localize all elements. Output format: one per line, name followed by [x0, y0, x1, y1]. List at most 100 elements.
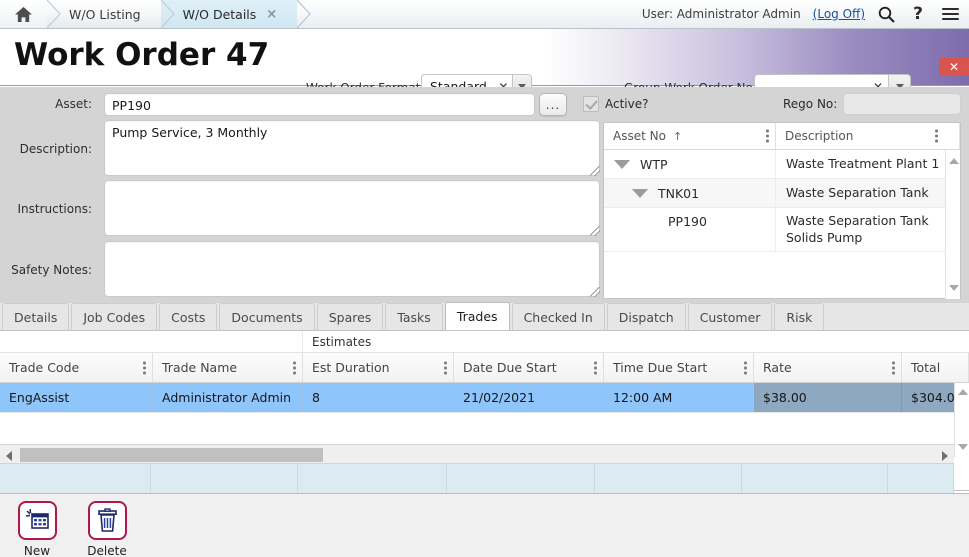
breadcrumb-item-wo-listing[interactable]: W/O Listing	[47, 0, 161, 28]
column-header-trade-name[interactable]: Trade Name	[153, 353, 303, 382]
page-title-bar: Work Order 47 Work Order Format Standard…	[0, 29, 969, 86]
tab-spares[interactable]: Spares	[317, 303, 384, 330]
page-title: Work Order 47	[14, 37, 269, 73]
tab-checked-in[interactable]: Checked In	[512, 303, 605, 330]
column-header-est-duration[interactable]: Est Duration	[303, 353, 454, 382]
tab-label: Customer	[700, 310, 761, 325]
scroll-down-icon[interactable]	[958, 444, 968, 450]
summary-cell-total	[888, 464, 954, 493]
asset-tree-column-asset-no[interactable]: Asset No ↑	[604, 123, 776, 149]
hamburger-menu-icon[interactable]	[939, 3, 961, 25]
column-menu-icon[interactable]	[935, 130, 938, 143]
column-menu-icon[interactable]	[143, 361, 146, 374]
tab-label: Risk	[786, 310, 812, 325]
delete-button-label: Delete	[87, 544, 126, 557]
work-order-details-page: W/O Listing W/O Details × User: Administ…	[0, 0, 969, 557]
asset-description-value: Waste Separation Tank Solids Pump	[776, 208, 942, 247]
description-label: Description:	[10, 142, 92, 156]
sort-ascending-icon: ↑	[673, 130, 682, 143]
scroll-down-icon[interactable]	[949, 285, 959, 291]
tab-costs[interactable]: Costs	[159, 303, 217, 330]
expander-collapse-icon[interactable]	[614, 160, 630, 169]
scroll-up-icon[interactable]	[949, 158, 959, 164]
search-icon[interactable]	[875, 3, 897, 25]
asset-tree-row[interactable]: TNK01 Waste Separation Tank	[604, 179, 960, 208]
asset-label: Asset:	[10, 97, 92, 111]
detail-tabs: DetailsJob CodesCostsDocumentsSpares Task…	[0, 303, 969, 331]
summary-cell-rate	[742, 464, 888, 493]
cell-time-due-start[interactable]: 12:00 AM	[604, 383, 754, 412]
summary-cell-trade-code	[0, 464, 151, 493]
column-menu-icon[interactable]	[444, 361, 447, 374]
tab-details[interactable]: Details	[2, 303, 69, 330]
trades-grid-summary-row	[0, 464, 954, 493]
column-menu-icon[interactable]	[892, 361, 895, 374]
column-header-total[interactable]: Total	[902, 353, 969, 382]
table-row[interactable]: EngAssistAdministrator Admin821/02/20211…	[0, 383, 969, 412]
trades-grid-vertical-scrollbar[interactable]	[954, 383, 969, 458]
tab-tasks[interactable]: Tasks	[385, 303, 443, 330]
asset-lookup-button[interactable]: ...	[539, 93, 567, 116]
asset-tree-row[interactable]: PP190 Waste Separation Tank Solids Pump	[604, 208, 960, 252]
cell-trade-code[interactable]: EngAssist	[0, 383, 153, 412]
log-off-link[interactable]: (Log Off)	[813, 7, 865, 21]
expander-collapse-icon[interactable]	[632, 189, 648, 198]
column-menu-icon[interactable]	[293, 361, 296, 374]
column-menu-icon[interactable]	[594, 361, 597, 374]
breadcrumb-item-wo-details[interactable]: W/O Details ×	[161, 0, 298, 28]
column-menu-icon[interactable]	[744, 361, 747, 374]
scroll-left-icon[interactable]	[6, 451, 12, 461]
tab-label: Dispatch	[619, 310, 674, 325]
column-header-date-due-start[interactable]: Date Due Start	[454, 353, 604, 382]
safety-notes-textarea[interactable]	[104, 241, 600, 297]
column-menu-icon[interactable]	[766, 130, 769, 143]
column-label: Trade Name	[162, 360, 237, 375]
tab-job-codes[interactable]: Job Codes	[71, 303, 157, 330]
description-textarea[interactable]: Pump Service, 3 Monthly	[104, 120, 600, 176]
tab-dispatch[interactable]: Dispatch	[607, 303, 686, 330]
delete-button[interactable]: Delete	[76, 501, 138, 557]
column-label: Asset No	[613, 129, 666, 143]
column-header-trade-code[interactable]: Trade Code	[0, 353, 153, 382]
asset-description-value: Waste Separation Tank	[776, 185, 960, 202]
trades-grid-horizontal-scrollbar[interactable]	[0, 444, 954, 464]
help-icon[interactable]: ?	[907, 3, 929, 25]
tab-trades[interactable]: Trades	[445, 302, 510, 330]
asset-tree-column-description[interactable]: Description	[776, 123, 960, 149]
top-navigation-bar: W/O Listing W/O Details × User: Administ…	[0, 0, 969, 29]
new-button[interactable]: New	[6, 501, 68, 557]
tab-documents[interactable]: Documents	[219, 303, 314, 330]
column-header-rate[interactable]: Rate	[754, 353, 902, 382]
active-label: Active?	[605, 97, 649, 111]
asset-tree-row[interactable]: WTP Waste Treatment Plant 1	[604, 150, 960, 179]
asset-no-value: PP190	[668, 214, 707, 229]
rego-no-input[interactable]	[843, 93, 961, 115]
close-window-button[interactable]: ✕	[939, 58, 969, 76]
asset-description-value: Waste Treatment Plant 1	[776, 156, 960, 173]
user-label: User: Administrator Admin	[642, 7, 801, 21]
home-button[interactable]	[0, 0, 47, 28]
column-label: Description	[785, 129, 853, 143]
cell-est-duration[interactable]: 8	[303, 383, 454, 412]
summary-cell-est-duration	[298, 464, 447, 493]
cell-trade-name[interactable]: Administrator Admin	[153, 383, 303, 412]
column-label: Total	[911, 360, 940, 375]
asset-input[interactable]: PP190	[104, 93, 535, 116]
tab-risk[interactable]: Risk	[774, 303, 824, 330]
scrollbar-thumb[interactable]	[20, 448, 323, 462]
new-button-label: New	[24, 544, 50, 557]
asset-tree-vertical-scrollbar[interactable]	[945, 150, 960, 299]
tab-label: Trades	[457, 309, 498, 324]
asset-no-value: TNK01	[658, 186, 699, 201]
column-header-time-due-start[interactable]: Time Due Start	[604, 353, 754, 382]
tab-customer[interactable]: Customer	[688, 303, 773, 330]
scroll-up-icon[interactable]	[958, 389, 968, 395]
group-header-spacer	[0, 331, 303, 352]
close-tab-icon[interactable]: ×	[266, 8, 277, 21]
cell-date-due-start[interactable]: 21/02/2021	[454, 383, 604, 412]
cell-rate[interactable]: $38.00	[754, 383, 902, 412]
scroll-right-icon[interactable]	[942, 451, 948, 461]
active-checkbox[interactable]	[583, 96, 599, 112]
instructions-textarea[interactable]	[104, 180, 600, 236]
tab-label: Tasks	[397, 310, 431, 325]
